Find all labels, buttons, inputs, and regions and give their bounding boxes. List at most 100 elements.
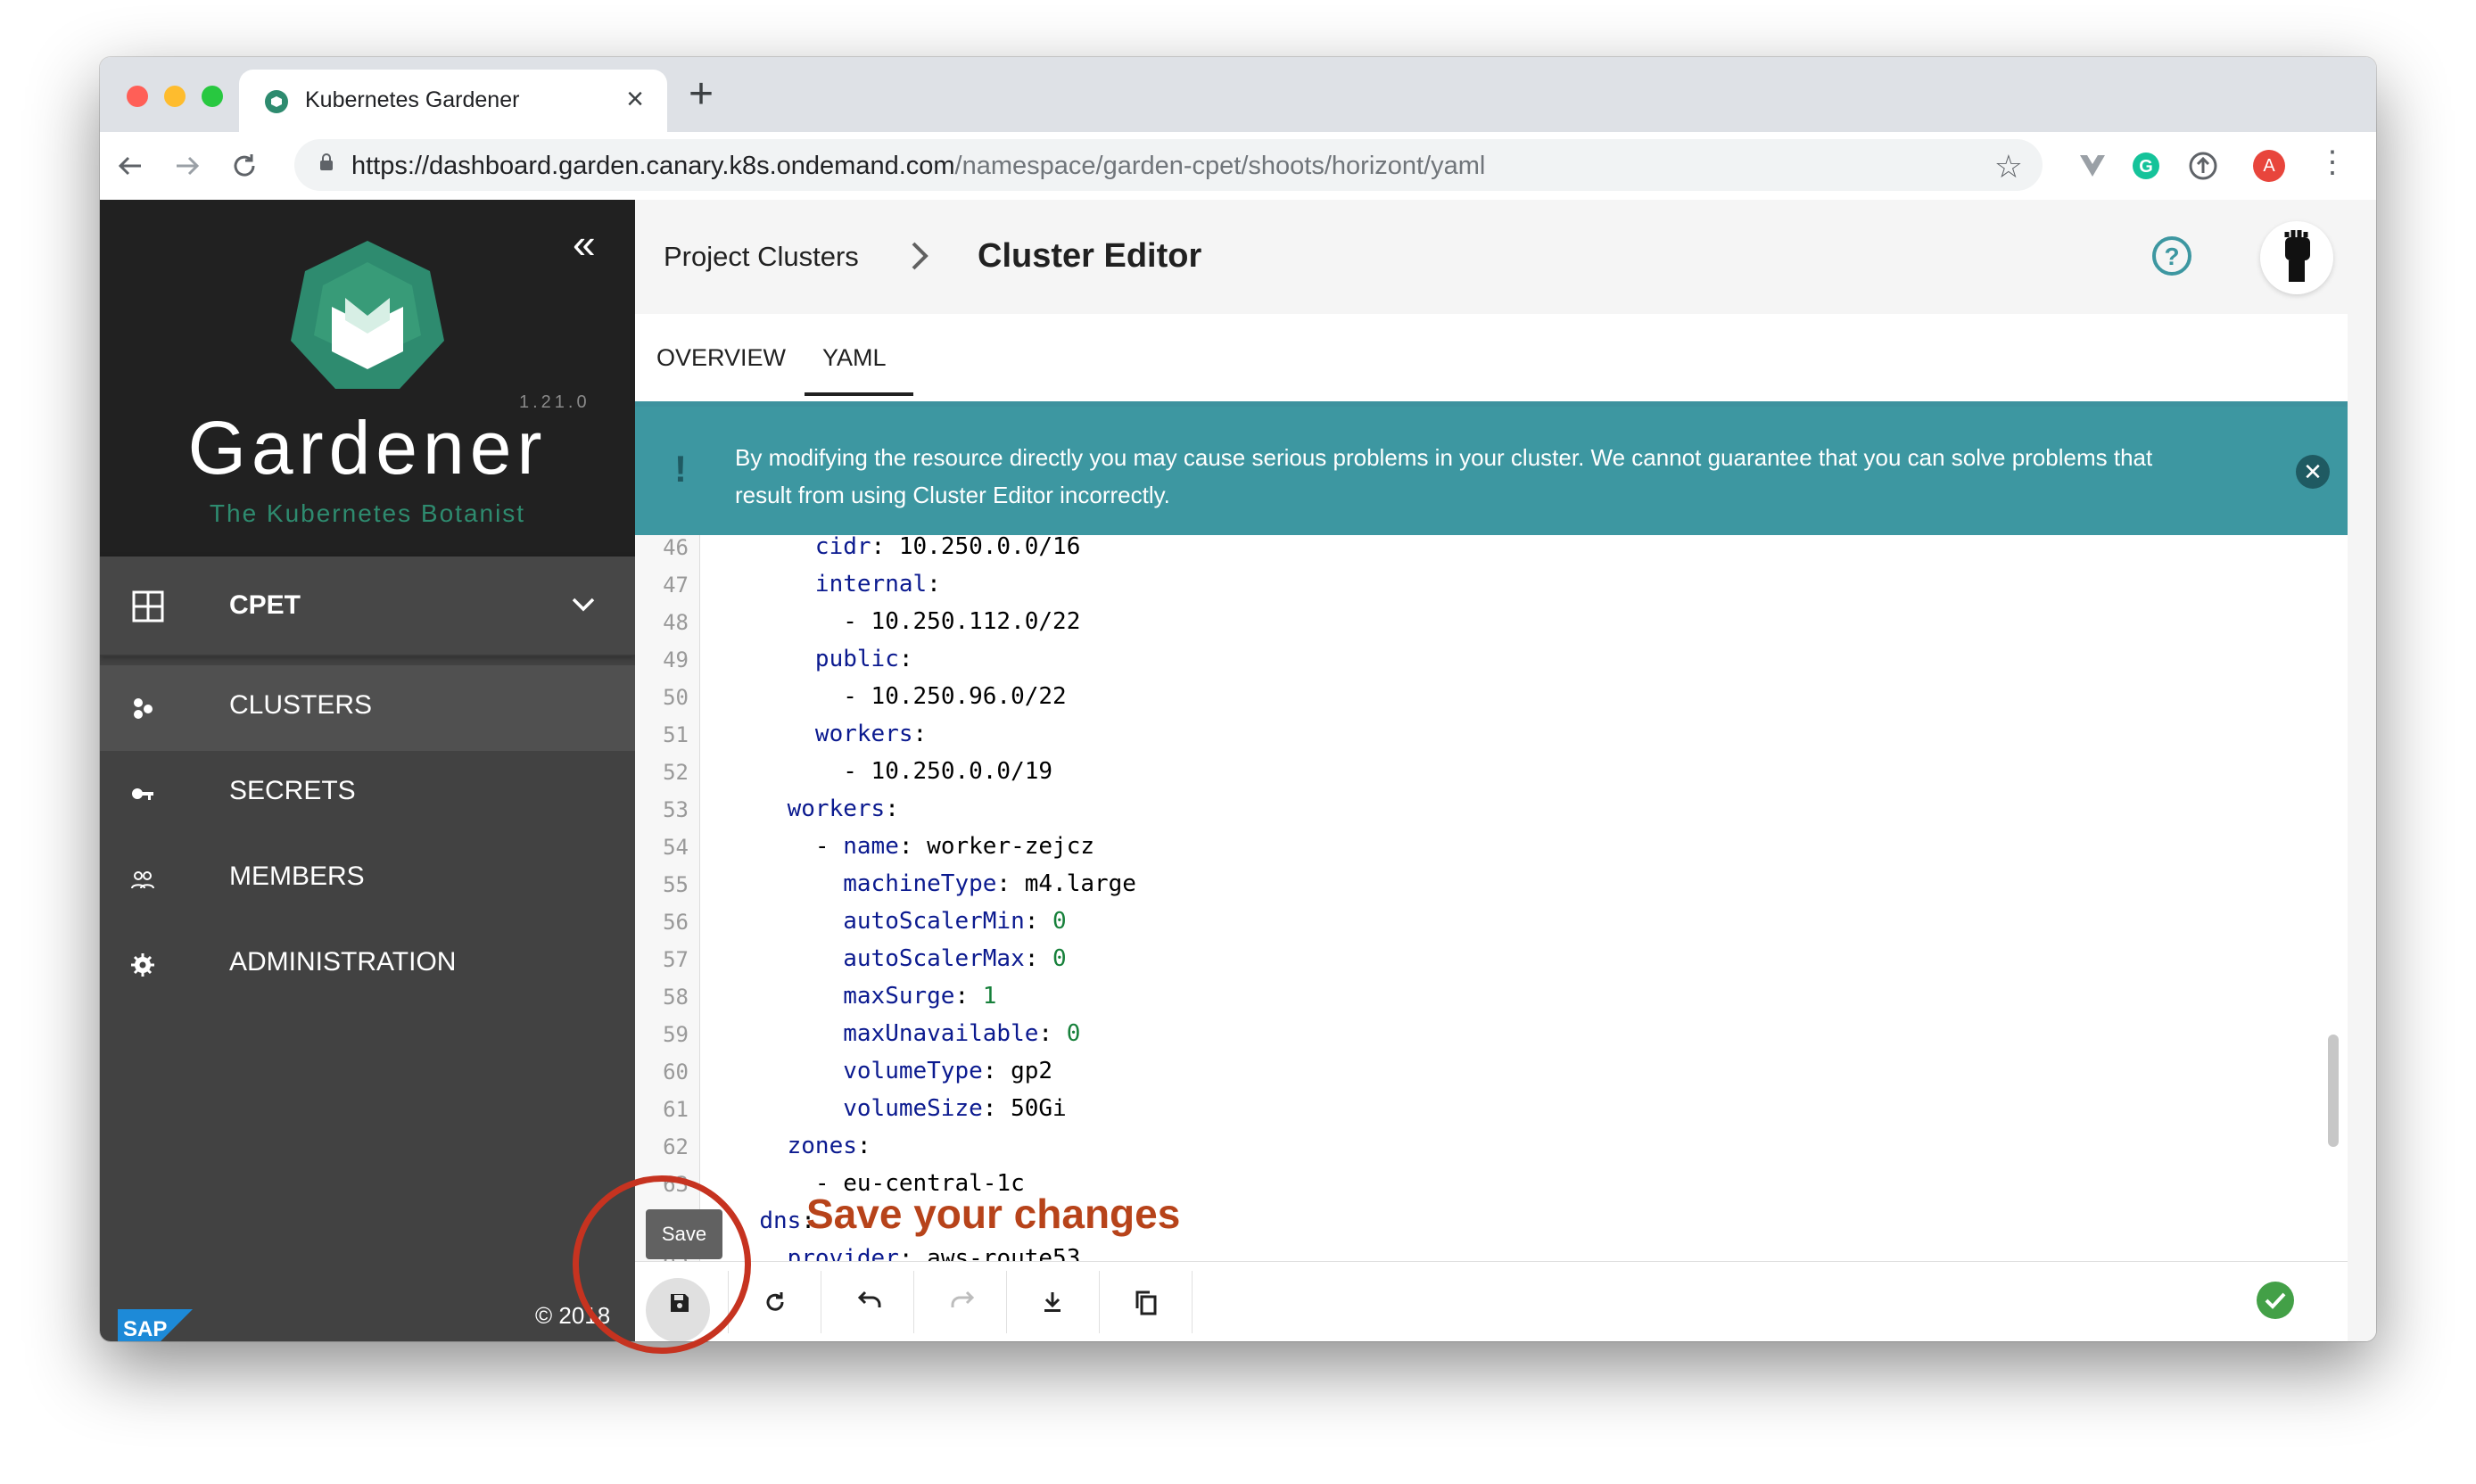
tab-active-indicator — [805, 392, 913, 396]
yaml-key: volumeType — [843, 1058, 983, 1084]
page-title: Cluster Editor — [978, 237, 1202, 275]
yaml-colon: : — [898, 646, 913, 672]
code-text: public: — [731, 646, 913, 672]
profile-avatar[interactable]: A — [2253, 150, 2285, 182]
sidebar-item-members[interactable]: MEMBERS — [100, 837, 635, 922]
maximize-window-button[interactable] — [202, 86, 223, 107]
code-text: workers: — [731, 721, 927, 747]
yaml-value: worker-zejcz — [927, 833, 1095, 860]
minimize-window-button[interactable] — [164, 86, 186, 107]
line-number: 56 — [663, 910, 689, 935]
browser-menu-icon[interactable]: ⋮ — [2317, 144, 2349, 179]
help-icon[interactable]: ? — [2151, 235, 2192, 276]
sidebar-item-administration[interactable]: ADMINISTRATION — [100, 922, 635, 1008]
code-line: 51 workers: — [635, 717, 2330, 754]
code-indent: - — [731, 608, 871, 635]
yaml-key: internal — [814, 571, 928, 598]
code-text: internal: — [731, 571, 941, 598]
yaml-value: 0 — [1052, 908, 1067, 935]
bookmark-star-icon[interactable]: ☆ — [1994, 148, 2023, 186]
code-text: volumeSize: 50Gi — [731, 1095, 1066, 1122]
sidebar-item-label: SECRETS — [229, 776, 356, 805]
url-path: /namespace/garden-cpet/shoots/horizont/y… — [954, 152, 1486, 180]
yaml-value: 10.250.0.0/19 — [871, 758, 1053, 785]
redo-button[interactable] — [913, 1271, 1007, 1333]
yaml-key: name — [843, 833, 899, 860]
code-line: 55 machineType: m4.large — [635, 867, 2330, 904]
members-icon — [131, 871, 154, 889]
code-line: 49 public: — [635, 642, 2330, 680]
app-header: Project Clusters Cluster Editor ? — [635, 200, 2348, 314]
tab-strip: Kubernetes Gardener × + — [100, 57, 2376, 132]
yaml-value: 1 — [982, 983, 997, 1010]
yaml-colon: : — [1024, 908, 1053, 935]
yaml-value: m4.large — [1024, 870, 1136, 897]
alert-close-icon[interactable]: ✕ — [2296, 455, 2330, 489]
yaml-colon: : — [996, 870, 1025, 897]
tab-close-icon[interactable]: × — [626, 82, 644, 117]
forward-icon[interactable] — [173, 152, 202, 180]
code-indent: - — [731, 683, 871, 710]
tab-overview[interactable]: OVERVIEW — [656, 344, 786, 372]
annotation-callout: Save your changes — [806, 1191, 1181, 1237]
chevron-down-icon[interactable] — [571, 596, 596, 614]
browser-tab[interactable]: Kubernetes Gardener × — [239, 70, 667, 132]
vue-devtools-icon[interactable] — [2076, 150, 2109, 182]
line-number: 54 — [663, 835, 689, 860]
yaml-editor[interactable]: 46 cidr: 10.250.0.0/16 47 internal: 48 - 1… — [635, 535, 2348, 1261]
extension-upload-icon[interactable] — [2187, 150, 2219, 182]
reload-page-icon[interactable] — [230, 152, 259, 180]
yaml-colon: : — [1024, 945, 1053, 972]
yaml-colon: : — [954, 983, 983, 1010]
yaml-colon: : — [885, 796, 899, 822]
code-line: 58 maxSurge: 1 — [635, 979, 2330, 1017]
copy-button[interactable] — [1099, 1271, 1193, 1333]
alert-exclamation-icon: ! — [674, 448, 687, 490]
sidebar: « 1.21.0 Gardener The Kubernetes Botanis… — [100, 200, 635, 1341]
code-line: 53 workers: — [635, 792, 2330, 829]
new-tab-button[interactable]: + — [689, 70, 714, 119]
yaml-key: machineType — [843, 870, 997, 897]
line-number: 61 — [663, 1097, 689, 1122]
yaml-key: cidr — [814, 535, 871, 560]
tab-yaml[interactable]: YAML — [822, 344, 887, 372]
code-line: 52 - 10.250.0.0/19 — [635, 754, 2330, 792]
editor-scrollbar[interactable] — [2328, 1035, 2339, 1147]
grammarly-icon[interactable]: G — [2130, 150, 2162, 182]
yaml-colon: : — [898, 1245, 928, 1261]
key-icon — [132, 788, 153, 800]
yaml-value: 0 — [1052, 945, 1067, 972]
code-indent: - — [731, 833, 844, 860]
line-number: 55 — [663, 872, 689, 897]
sidebar-item-secrets[interactable]: SECRETS — [100, 751, 635, 837]
line-number: 50 — [663, 685, 689, 710]
svg-text:?: ? — [2164, 243, 2179, 270]
yaml-key: zones — [787, 1133, 857, 1159]
line-number: 58 — [663, 985, 689, 1010]
tab-title: Kubernetes Gardener — [305, 87, 520, 112]
code-text: cidr: 10.250.0.0/16 — [731, 535, 1080, 560]
line-number: 48 — [663, 610, 689, 635]
undo-button[interactable] — [821, 1271, 914, 1333]
main-content: Project Clusters Cluster Editor ? OVERVI… — [635, 200, 2376, 1341]
sidebar-item-clusters[interactable]: CLUSTERS — [100, 665, 635, 751]
project-selector[interactable]: CPET — [100, 556, 635, 656]
yaml-key: autoScalerMax — [843, 945, 1025, 972]
download-button[interactable] — [1006, 1271, 1100, 1333]
user-avatar[interactable] — [2260, 221, 2333, 294]
undo-icon — [857, 1290, 881, 1307]
close-window-button[interactable] — [127, 86, 148, 107]
address-bar[interactable]: https://dashboard.garden.canary.k8s.onde… — [294, 139, 2043, 191]
collapse-sidebar-icon[interactable]: « — [573, 219, 596, 268]
editor-tabs: OVERVIEW YAML — [635, 314, 2348, 407]
code-text: maxUnavailable: 0 — [731, 1020, 1080, 1047]
line-number: 51 — [663, 722, 689, 747]
yaml-value: aws-route53 — [927, 1245, 1081, 1261]
breadcrumb-project-clusters[interactable]: Project Clusters — [664, 241, 859, 273]
back-icon[interactable] — [116, 152, 144, 180]
